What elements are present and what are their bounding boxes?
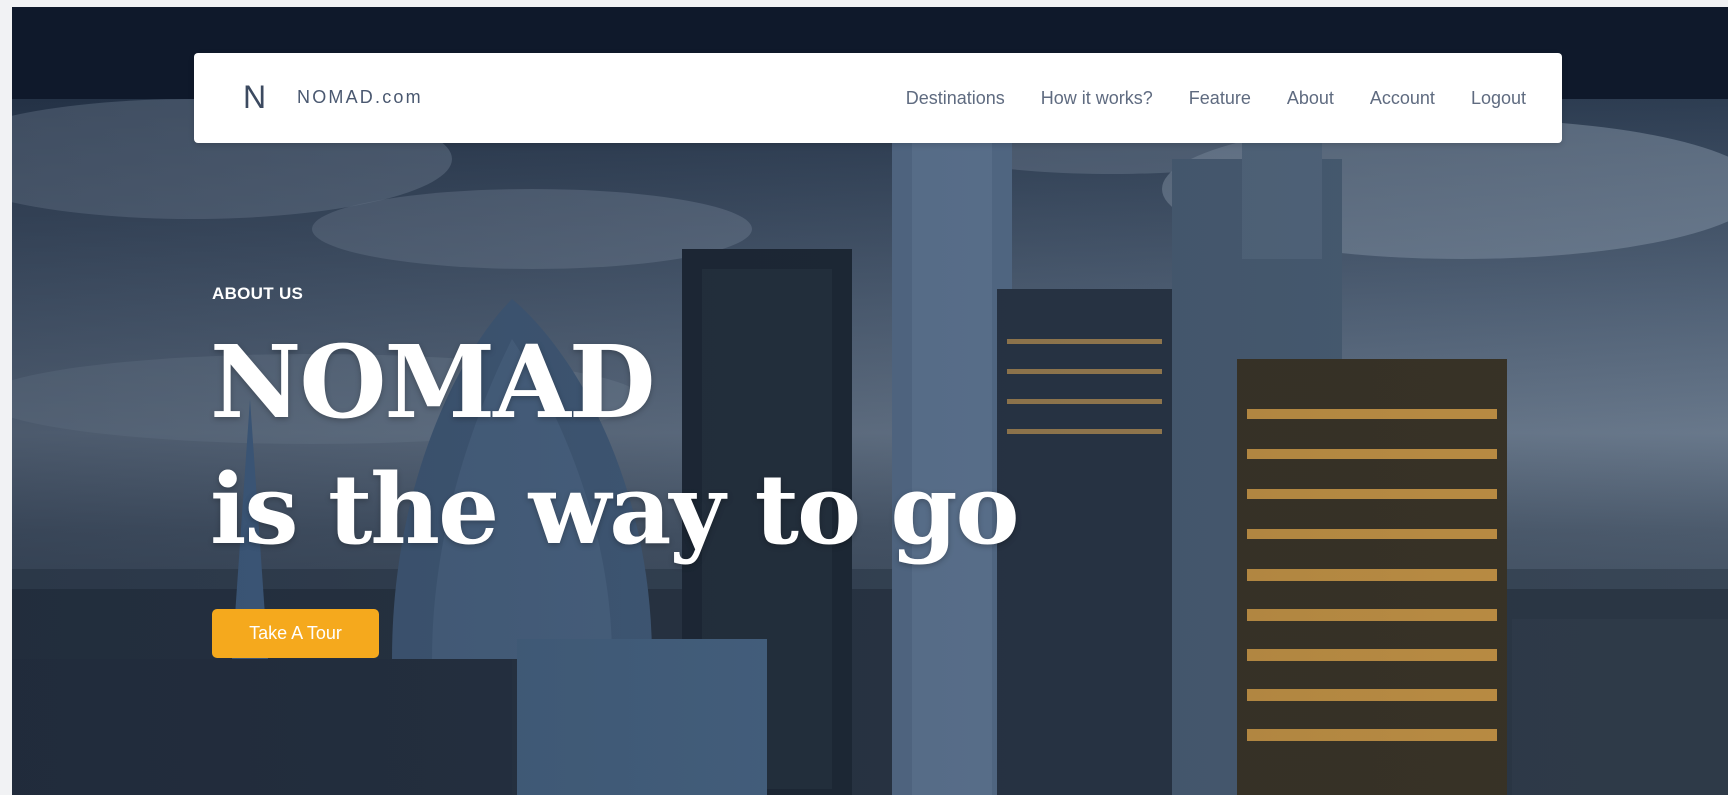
- nav-links: Destinations How it works? Feature About…: [906, 53, 1526, 143]
- hero-cityscape-image: [12, 99, 1728, 795]
- nav-link-feature[interactable]: Feature: [1189, 88, 1251, 109]
- nav-link-about[interactable]: About: [1287, 88, 1334, 109]
- nav-link-account[interactable]: Account: [1370, 88, 1435, 109]
- nav-link-logout[interactable]: Logout: [1471, 88, 1526, 109]
- logo-mark[interactable]: N: [243, 79, 266, 115]
- hero-headline-line2: is the way to go: [210, 453, 1020, 566]
- hero-headline-line1: NOMAD: [210, 323, 656, 441]
- nav-link-destinations[interactable]: Destinations: [906, 88, 1005, 109]
- nav-link-how-it-works[interactable]: How it works?: [1041, 88, 1153, 109]
- hero-overlay: [12, 99, 1728, 795]
- navbar: N NOMAD.com Destinations How it works? F…: [194, 53, 1562, 143]
- take-a-tour-button[interactable]: Take A Tour: [212, 609, 379, 658]
- hero-eyebrow: ABOUT US: [212, 284, 304, 303]
- page: N NOMAD.com Destinations How it works? F…: [12, 7, 1728, 795]
- site-name[interactable]: NOMAD.com: [297, 87, 423, 107]
